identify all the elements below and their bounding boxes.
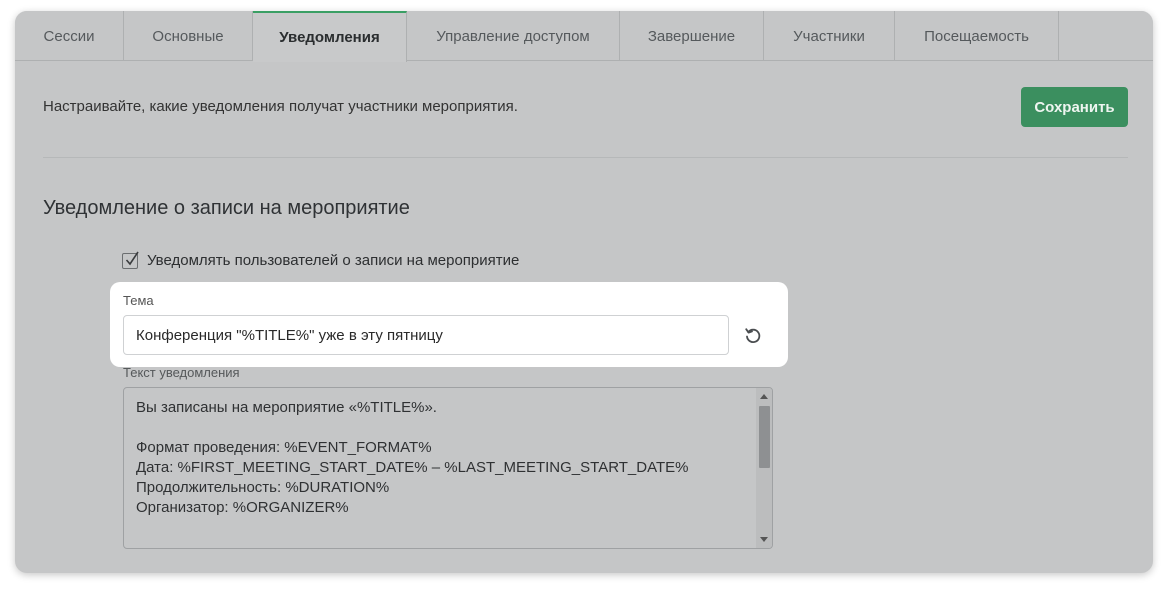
- body-line: Продолжительность: %DURATION%: [136, 479, 390, 496]
- scroll-thumb[interactable]: [759, 406, 770, 468]
- tab-general[interactable]: Основные: [124, 11, 253, 61]
- reset-icon: [745, 328, 761, 343]
- body-text: Вы записаны на мероприятие «%TITLE%». Фо…: [136, 398, 746, 518]
- scroll-down-arrow-icon[interactable]: [760, 537, 768, 542]
- body-line: Вы записаны на мероприятие «%TITLE%».: [136, 399, 437, 416]
- tab-attendance[interactable]: Посещаемость: [895, 11, 1059, 61]
- divider: [43, 157, 1128, 158]
- body-line: [136, 418, 746, 438]
- tab-sessions[interactable]: Сессии: [15, 11, 124, 61]
- body-line: Дата: %FIRST_MEETING_START_DATE% – %LAST…: [136, 459, 689, 476]
- save-button[interactable]: Сохранить: [1021, 87, 1128, 127]
- subject-field-highlight: Тема: [110, 282, 788, 367]
- subject-label: Тема: [123, 293, 154, 308]
- tab-participants[interactable]: Участники: [764, 11, 895, 61]
- subject-input[interactable]: [123, 315, 729, 355]
- page-description: Настраивайте, какие уведомления получат …: [43, 98, 518, 115]
- reset-subject-button[interactable]: [740, 323, 766, 349]
- section-title: Уведомление о записи на мероприятие: [43, 197, 410, 219]
- body-textarea[interactable]: Вы записаны на мероприятие «%TITLE%». Фо…: [123, 387, 773, 549]
- body-line: Формат проведения: %EVENT_FORMAT%: [136, 439, 432, 456]
- check-icon: [125, 251, 139, 265]
- body-label: Текст уведомления: [123, 365, 240, 380]
- notify-checkbox-label: Уведомлять пользователей о записи на мер…: [147, 252, 520, 269]
- notify-checkbox[interactable]: [122, 251, 139, 269]
- tab-completion[interactable]: Завершение: [620, 11, 764, 61]
- notify-checkbox-row[interactable]: Уведомлять пользователей о записи на мер…: [122, 251, 520, 269]
- tab-bar: Сессии Основные Уведомления Управление д…: [15, 11, 1153, 62]
- tab-access-control[interactable]: Управление доступом: [407, 11, 620, 61]
- tab-notifications[interactable]: Уведомления: [253, 11, 407, 62]
- body-line: Организатор: %ORGANIZER%: [136, 499, 349, 516]
- textarea-scrollbar[interactable]: [756, 388, 772, 548]
- scroll-up-arrow-icon[interactable]: [760, 394, 768, 399]
